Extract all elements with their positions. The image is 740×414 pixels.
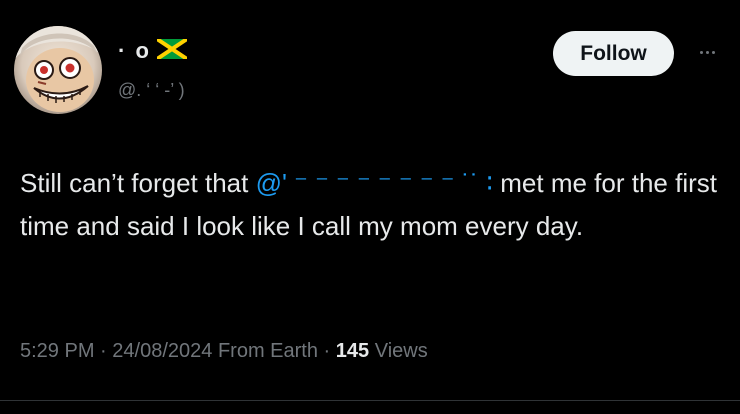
more-dot (711, 50, 715, 54)
display-name-text: · o (118, 38, 151, 63)
divider (0, 400, 740, 401)
views-label: Views (374, 340, 428, 362)
meta-separator: · (323, 340, 331, 362)
tweet-meta: 5:29 PM · 24/08/2024 From Earth · 145 Vi… (20, 340, 428, 363)
more-dot (699, 50, 703, 54)
author-handle[interactable]: @. ‘ ‘ -’ ) (118, 80, 185, 101)
avatar-image (14, 26, 102, 112)
author-display-name[interactable]: · o (118, 36, 189, 64)
tweet-text: Still can’t forget that @' ⁻ ⁻ ⁻ ⁻ ⁻ ⁻ ⁻… (20, 162, 720, 248)
views-count[interactable]: 145 (336, 340, 369, 362)
more-options-icon[interactable] (690, 40, 724, 64)
jamaica-flag-icon (155, 36, 189, 64)
tweet-date[interactable]: 24/08/2024 (112, 340, 212, 362)
mention-link[interactable]: @' ⁻ ⁻ ⁻ ⁻ ⁻ ⁻ ⁻ ⁻ ˙˙ ∶ (256, 168, 493, 198)
meta-separator: · (100, 340, 107, 362)
tweet-card: · o @. ‘ ‘ -’ ) Follow Still can’t forge… (0, 0, 740, 414)
tweet-text-start: Still can’t forget that (20, 168, 256, 198)
tweet-location: From Earth (217, 340, 318, 362)
more-dot (705, 50, 709, 54)
avatar[interactable] (14, 26, 102, 114)
follow-button[interactable]: Follow (553, 31, 674, 76)
tweet-time[interactable]: 5:29 PM (20, 340, 94, 362)
